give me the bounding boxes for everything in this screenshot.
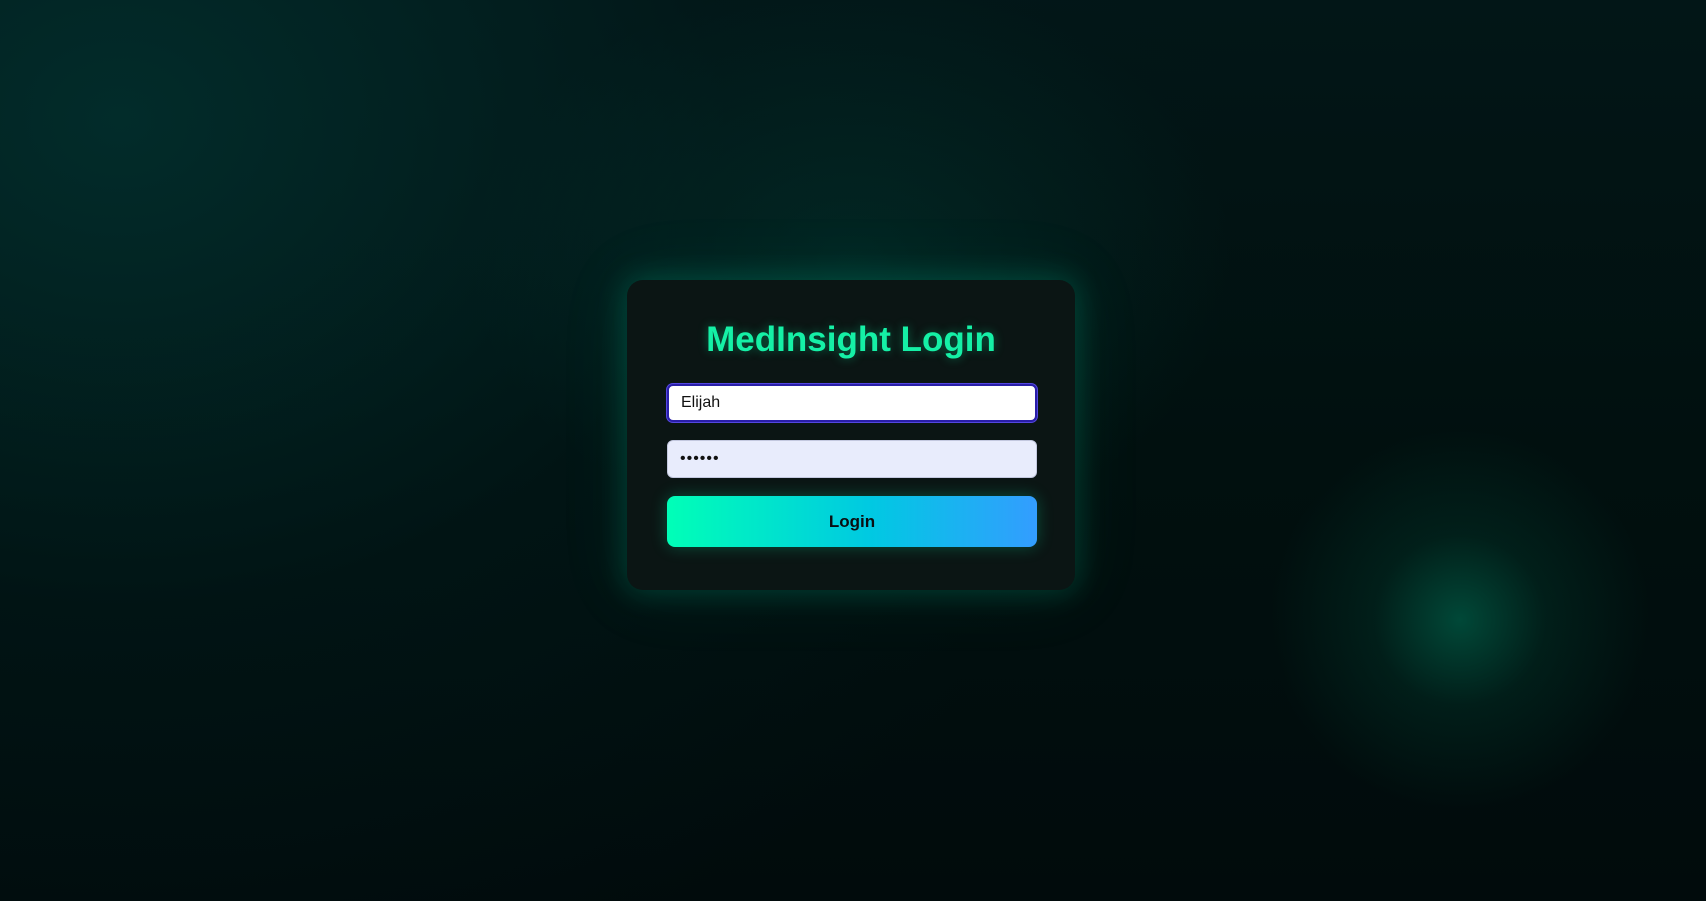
login-card: MedInsight Login Login <box>627 280 1075 590</box>
page-title: MedInsight Login <box>706 320 996 359</box>
login-button[interactable]: Login <box>667 496 1037 547</box>
username-input[interactable] <box>667 384 1037 422</box>
password-input[interactable] <box>667 440 1037 478</box>
